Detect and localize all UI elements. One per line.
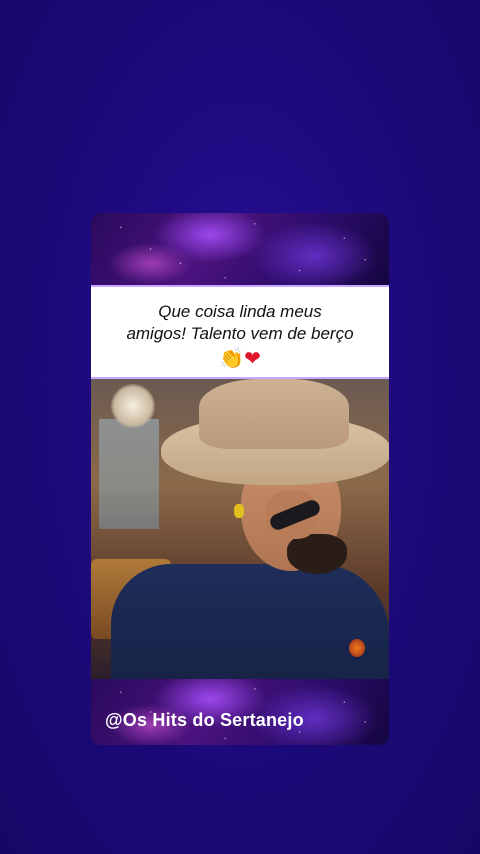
emoji-row: 👏❤	[91, 347, 389, 371]
background-window	[99, 419, 159, 529]
shirt-pin	[349, 639, 365, 657]
in-ear-monitor	[234, 504, 244, 518]
clapping-hands-icon: 👏	[219, 348, 245, 370]
background-lamp	[111, 384, 155, 428]
video-frame[interactable]	[91, 379, 389, 679]
cowboy-hat-crown	[199, 379, 349, 449]
caption-line-1: Que coisa linda meus	[158, 302, 322, 321]
story-card[interactable]: Que coisa linda meus amigos! Talento vem…	[91, 213, 389, 745]
galaxy-banner-top	[91, 213, 389, 285]
singer-shirt	[111, 564, 389, 679]
galaxy-banner-bottom: @Os Hits do Sertanejo	[91, 679, 389, 745]
caption-box: Que coisa linda meus amigos! Talento vem…	[91, 285, 389, 379]
caption-line-2: amigos! Talento vem de berço	[126, 324, 354, 343]
singer-beard	[287, 534, 347, 574]
channel-handle: @Os Hits do Sertanejo	[105, 710, 304, 730]
red-heart-icon: ❤	[244, 348, 261, 370]
